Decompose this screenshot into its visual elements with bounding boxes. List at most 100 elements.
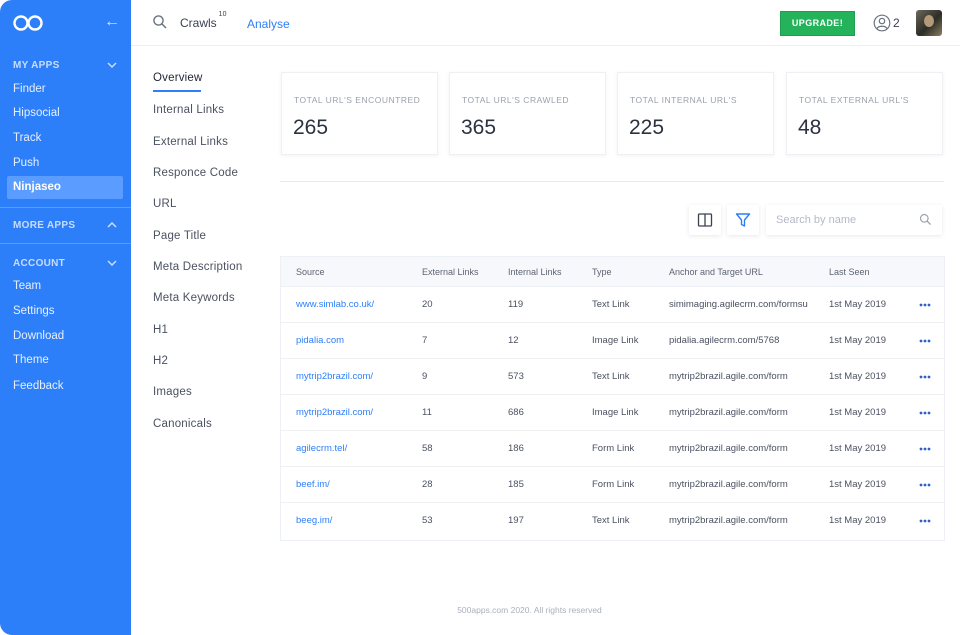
subnav-h2[interactable]: H2	[153, 355, 168, 367]
anchor-target-url: mytrip2brazil.agile.com/form	[669, 443, 788, 454]
internal-links-count: 686	[508, 407, 524, 418]
stat-value: 365	[461, 116, 497, 139]
more-dots-icon[interactable]	[918, 514, 932, 528]
upgrade-button[interactable]: UPGRADE!	[780, 11, 855, 36]
column-header-internal-links[interactable]: Internal Links	[508, 267, 562, 277]
search-input[interactable]	[776, 212, 911, 228]
column-header-source[interactable]: Source	[296, 267, 325, 277]
subnav-page-title[interactable]: Page Title	[153, 230, 206, 242]
table-row[interactable]: mytrip2brazil.com/9 573 Text Link mytrip2br…	[281, 359, 944, 395]
table-row[interactable]: beeg.im/53 197 Text Link mytrip2brazil.agil…	[281, 503, 944, 539]
last-seen-date: 1st May 2019	[829, 299, 887, 310]
stat-label: TOTAL URL'S CRAWLED	[462, 95, 570, 105]
subnav-url[interactable]: URL	[153, 198, 177, 210]
more-dots-icon[interactable]	[918, 298, 932, 312]
sidebar-item-label: Download	[13, 330, 65, 342]
arrow-left-icon[interactable]: ←	[103, 12, 121, 32]
source-link[interactable]: mytrip2brazil.com/	[296, 371, 373, 382]
last-seen-date: 1st May 2019	[829, 479, 887, 490]
chevron-down-icon	[107, 260, 117, 267]
source-link[interactable]: www.simlab.co.uk/	[296, 299, 374, 310]
source-link[interactable]: beeg.im/	[296, 515, 332, 526]
stat-card-crawled: TOTAL URL'S CRAWLED 365	[449, 72, 606, 155]
section-more-apps[interactable]: MORE APPS	[0, 216, 131, 238]
sidebar-item-settings[interactable]: Settings	[7, 300, 123, 323]
stat-value: 225	[629, 116, 665, 139]
source-link[interactable]: agilecrm.tel/	[296, 443, 347, 454]
sidebar-item-feedback[interactable]: Feedback	[7, 375, 123, 398]
sidebar-item-label: Push	[13, 157, 40, 169]
table-header: Source External Links Internal Links Typ…	[281, 257, 944, 287]
sidebar-item-label: Finder	[13, 83, 46, 95]
search-icon[interactable]	[919, 213, 932, 226]
sidebar-item-track[interactable]: Track	[7, 127, 123, 150]
tab-analyse[interactable]: Analyse	[247, 17, 290, 31]
sidebar-item-label: Hipsocial	[13, 107, 60, 119]
anchor-target-url: mytrip2brazil.agile.com/form	[669, 407, 788, 418]
topbar: Crawls10 Analyse UPGRADE! 2	[131, 0, 960, 46]
column-header-type[interactable]: Type	[592, 267, 612, 277]
more-dots-icon[interactable]	[918, 406, 932, 420]
sidebar-divider	[0, 243, 131, 244]
columns-button[interactable]	[689, 205, 721, 235]
table-row[interactable]: pidalia.com 7 12 Image Link pidalia.agilecrm…	[281, 323, 944, 359]
search-icon[interactable]	[152, 14, 168, 30]
subnav-meta-keywords[interactable]: Meta Keywords	[153, 292, 235, 304]
last-seen-date: 1st May 2019	[829, 515, 887, 526]
more-dots-icon[interactable]	[918, 442, 932, 456]
column-header-last-seen[interactable]: Last Seen	[829, 267, 870, 277]
subnav-h1[interactable]: H1	[153, 324, 168, 336]
sidebar-item-push[interactable]: Push	[7, 152, 123, 175]
more-dots-icon[interactable]	[918, 370, 932, 384]
user-circle-icon[interactable]	[873, 14, 891, 32]
sidebar-item-hipsocial[interactable]: Hipsocial	[7, 102, 123, 125]
subnav-external-links[interactable]: External Links	[153, 136, 228, 148]
sidebar-item-label: Settings	[13, 305, 55, 317]
subnav-overview[interactable]: Overview	[153, 72, 203, 84]
tab-crawls[interactable]: Crawls10	[180, 11, 226, 30]
sidebar-divider	[0, 207, 131, 208]
search-box[interactable]	[766, 205, 942, 235]
external-links-count: 20	[422, 299, 433, 310]
table-row[interactable]: mytrip2brazil.com/11 686 Image Link mytrip2…	[281, 395, 944, 431]
column-header-external-links[interactable]: External Links	[422, 267, 479, 277]
sidebar-item-finder[interactable]: Finder	[7, 78, 123, 101]
subnav-meta-description[interactable]: Meta Description	[153, 261, 242, 273]
external-links-count: 58	[422, 443, 433, 454]
anchor-target-url: mytrip2brazil.agile.com/form	[669, 371, 788, 382]
stat-card-encountered: TOTAL URL'S ENCOUNTRED 265	[281, 72, 438, 155]
infinity-logo-icon[interactable]	[12, 14, 44, 32]
more-dots-icon[interactable]	[918, 478, 932, 492]
source-link[interactable]: pidalia.com	[296, 335, 344, 346]
anchor-target-url: simimaging.agilecrm.com/formsu	[669, 299, 808, 310]
source-link[interactable]: beef.im/	[296, 479, 330, 490]
table-row[interactable]: agilecrm.tel/58 186 Form Link mytrip2brazil…	[281, 431, 944, 467]
sidebar-item-team[interactable]: Team	[7, 275, 123, 298]
internal-links-count: 185	[508, 479, 524, 490]
more-dots-icon[interactable]	[918, 334, 932, 348]
link-type: Form Link	[592, 479, 635, 490]
column-header-anchor-url[interactable]: Anchor and Target URL	[669, 267, 763, 277]
section-my-apps-label: MY APPS	[13, 60, 60, 71]
table-row[interactable]: beef.im/28 185 Form Link mytrip2brazil.agil…	[281, 467, 944, 503]
anchor-target-url: mytrip2brazil.agile.com/form	[669, 479, 788, 490]
avatar[interactable]	[916, 10, 942, 36]
source-link[interactable]: mytrip2brazil.com/	[296, 407, 373, 418]
internal-links-count: 573	[508, 371, 524, 382]
subnav-canonicals[interactable]: Canonicals	[153, 418, 212, 430]
tab-crawls-label: Crawls	[180, 16, 217, 30]
chevron-down-icon	[107, 62, 117, 69]
sidebar-item-theme[interactable]: Theme	[7, 349, 123, 372]
sidebar-item-ninjaseo[interactable]: Ninjaseo	[7, 176, 123, 199]
anchor-target-url: pidalia.agilecrm.com/5768	[669, 335, 780, 346]
table-row[interactable]: www.simlab.co.uk/20 119 Text Link simimagin…	[281, 287, 944, 323]
sidebar-item-download[interactable]: Download	[7, 325, 123, 348]
section-more-apps-label: MORE APPS	[13, 220, 76, 231]
filter-button[interactable]	[727, 205, 759, 235]
section-my-apps[interactable]: MY APPS	[0, 56, 131, 78]
section-account[interactable]: ACCOUNT	[0, 254, 131, 276]
subnav-images[interactable]: Images	[153, 386, 192, 398]
subnav-response-code[interactable]: Responce Code	[153, 167, 238, 179]
external-links-count: 9	[422, 371, 428, 382]
subnav-internal-links[interactable]: Internal Links	[153, 104, 224, 116]
